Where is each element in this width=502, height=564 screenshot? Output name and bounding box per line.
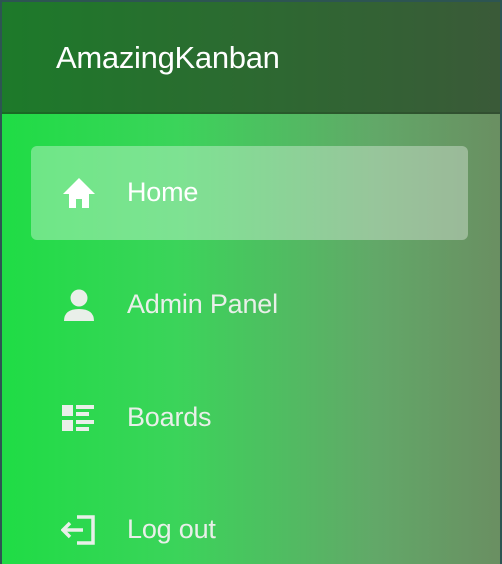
sidebar-item-label: Admin Panel (127, 289, 278, 319)
boards-icon (61, 401, 97, 435)
sidebar-item-boards[interactable]: Boards (31, 371, 468, 465)
sidebar-item-label: Home (127, 177, 199, 207)
sidebar-item-home[interactable]: Home (31, 146, 468, 240)
sidebar-item-admin-panel[interactable]: Admin Panel (31, 258, 468, 352)
sidebar-item-log-out[interactable]: Log out (31, 483, 468, 564)
logout-icon (60, 513, 97, 547)
sidebar-item-label: Boards (127, 402, 212, 432)
sidebar-item-label: Log out (127, 514, 216, 544)
user-icon (61, 288, 97, 322)
home-icon (61, 176, 97, 210)
brand-bar: AmazingKanban (2, 2, 500, 114)
sidebar: AmazingKanban Home Admin Panel Boards Lo… (2, 2, 500, 564)
app-title: AmazingKanban (56, 40, 280, 75)
